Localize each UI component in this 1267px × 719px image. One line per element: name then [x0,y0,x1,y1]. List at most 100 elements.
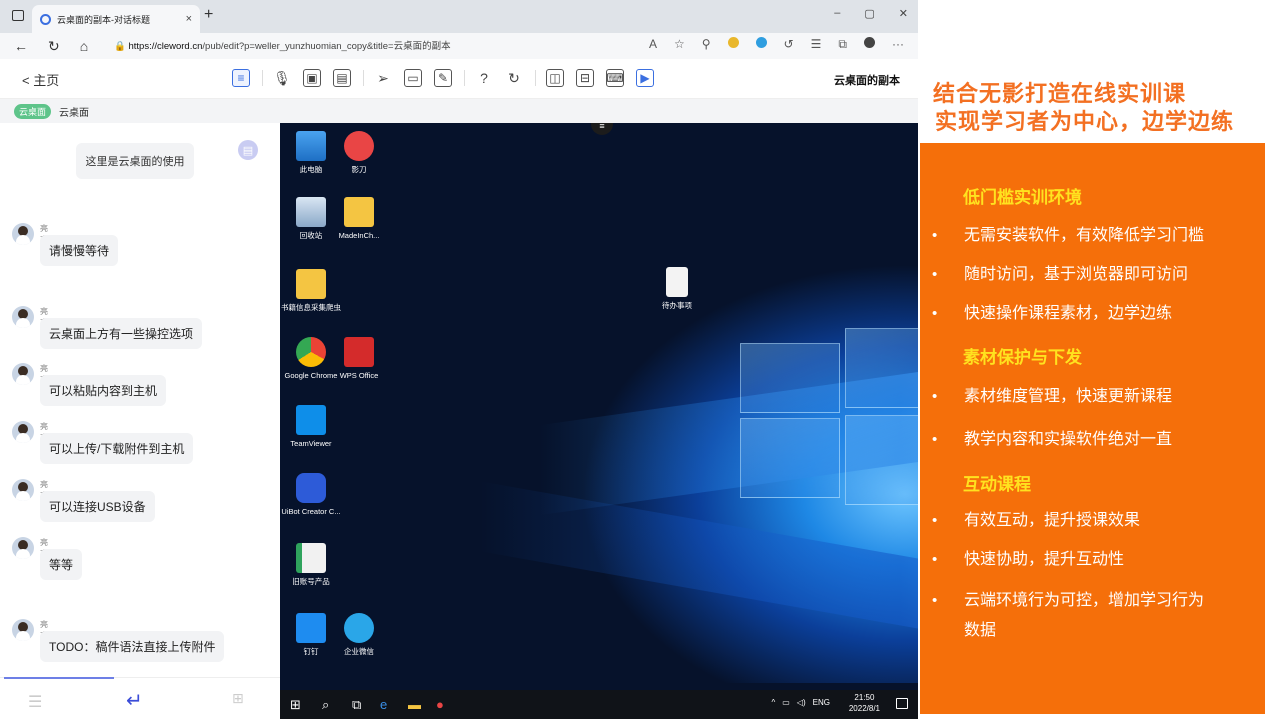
input-language[interactable]: ENG [813,698,830,707]
screen: 云桌面的副本-对话标题 × + – ▢ ✕ ← ↻ ⌂ 🔒 https://cl… [0,0,1267,719]
extension-chrome-icon[interactable] [755,37,767,48]
file-explorer-icon[interactable]: ▬ [408,697,421,712]
chat-bottom-bar: ☰ ↵ ⊞ [0,677,280,719]
desktop-icon-wecom[interactable]: 企业微信 [328,613,390,656]
desktop-icon-madeinchina[interactable]: MadeInCh... [328,197,390,240]
nav-buttons: ← ↻ ⌂ [14,38,88,55]
yingdao-taskbar-icon[interactable]: ● [436,697,444,712]
message-bubble: 请慢慢等待 [40,235,119,266]
maximize-button[interactable]: ▢ [864,7,874,20]
divider [535,70,536,86]
profile-avatar[interactable] [864,37,875,48]
remote-control-handle[interactable]: ≡ [591,123,613,135]
code-view-icon[interactable]: ⌨ [606,69,624,87]
slide-title-highlight: 实现 [935,109,982,134]
edit-icon[interactable]: ✎ [434,69,452,87]
clock-time: 21:50 [854,693,875,702]
bullet: • [932,305,938,322]
avatar [12,363,34,385]
home-back-link[interactable]: < 主页 [22,70,59,89]
site-favicon-icon [40,13,51,25]
read-aloud-icon[interactable]: A [649,37,657,52]
desktop-icon-teamviewer[interactable]: TeamViewer [280,405,342,448]
image-upload-icon[interactable]: ▣ [303,69,321,87]
bullet: • [932,592,938,609]
desktop-icon-crawler[interactable]: 书籍信息采集爬虫 [280,269,342,312]
desktop-icon-label: MadeInCh... [338,231,380,240]
document-view-icon[interactable]: ≡ [232,69,250,87]
address-bar-row: ← ↻ ⌂ 🔒 https://cleword.cn/pub/edit?p=we… [0,33,918,59]
feature-text: 素材维度管理，快速更新课程 [964,388,1173,405]
url-path: /pub/edit?p=weller_yunzhuomian_copy&titl… [202,41,451,52]
chat-menu-icon[interactable]: ▤ [238,140,258,160]
desktop-icon-uibot[interactable]: UiBot Creator C... [280,473,342,516]
extension-icon[interactable]: ⚲ [702,37,711,52]
feature-panel: 低门槛实训环境 • 无需安装软件，有效降低学习门槛 • 随时访问，基于浏览器即可访问… [920,143,1265,714]
section-heading: 低门槛实训环境 [963,188,1082,207]
hamburger-menu-icon[interactable]: ☰ [28,692,42,712]
url-field[interactable]: 🔒 https://cleword.cn/pub/edit?p=weller_y… [114,38,451,52]
new-tab-button[interactable]: + [204,6,213,24]
feature-item: • 教学内容和实操软件绝对一直 [932,426,1172,453]
avatar [12,537,34,559]
more-menu-icon[interactable]: ··· [892,37,904,52]
tab-title: 云桌面的副本-对话标题 [57,14,150,25]
wallpaper-logo-pane [845,328,918,408]
search-icon[interactable]: ⌕ [322,697,329,713]
feature-text: 随时访问，基于浏览器即可访问 [964,266,1189,283]
ie-browser-icon[interactable]: e [380,697,387,712]
windows-taskbar: ⊞ ⌕ ⧉ e ▬ ● ^ ▭ ◁) ENG 21:50 2022/8/1 [280,690,918,719]
feature-text: 快速协助，提升互动性 [964,551,1125,568]
feature-item: • 随时访问，基于浏览器即可访问 [932,261,1188,288]
refresh-icon[interactable]: ↻ [48,38,60,55]
tab-close-icon[interactable]: × [186,13,192,25]
taskbar-clock[interactable]: 21:50 2022/8/1 [849,693,880,715]
tab-strip: 云桌面的副本-对话标题 × + – ▢ ✕ [0,0,918,33]
desktop-icon-old-account[interactable]: 旧账号产品 [280,543,342,586]
browser-tab[interactable]: 云桌面的副本-对话标题 × [32,5,200,33]
remote-desktop[interactable]: ≡ 此电脑 影刀 回收站 MadeInCh... 书籍信息采集爬虫 Google… [280,123,918,719]
minimize-button[interactable]: – [834,7,840,20]
feature-text: 无需安装软件，有效降低学习门槛 [964,227,1205,244]
tab-actions-icon[interactable] [12,10,24,21]
enter-icon[interactable]: ↵ [126,688,143,713]
yingdao-icon [344,131,374,161]
close-window-button[interactable]: ✕ [899,7,908,20]
refresh-ext-icon[interactable]: ↺ [784,37,794,52]
collections-icon[interactable]: ⧉ [838,37,847,52]
feature-item: • 快速协助，提升互动性 [932,546,1124,573]
message-bubble: 云桌面上方有一些操控选项 [40,318,203,349]
desktop-icon-wps[interactable]: WPS Office [328,337,390,380]
split-horizontal-icon[interactable]: ⊟ [576,69,594,87]
send-icon[interactable]: ➢ [374,69,392,87]
file-upload-icon[interactable]: ▤ [333,69,351,87]
extension-shield-icon[interactable] [727,37,739,48]
task-view-icon[interactable]: ⧉ [352,697,361,713]
microphone-icon[interactable]: 🎙 [273,69,291,87]
window-controls: – ▢ ✕ [834,7,908,20]
wps-icon [344,337,374,367]
home-icon[interactable]: ⌂ [80,38,88,55]
network-icon[interactable]: ▭ [782,698,790,707]
favorites-icon[interactable]: ☰ [811,37,822,52]
desktop-icon-label: 待办事项 [662,301,692,310]
save-icon[interactable]: ▭ [404,69,422,87]
split-vertical-icon[interactable]: ◫ [546,69,564,87]
breadcrumb-tag[interactable]: 云桌面 [14,103,52,119]
tray-chevron-icon[interactable]: ^ [772,698,776,707]
desktop-icon-todo[interactable]: 待办事项 [646,267,708,310]
grid-icon[interactable]: ⊞ [232,690,244,707]
desktop-icon-yingdao[interactable]: 影刀 [328,131,390,174]
sync-icon[interactable]: ↻ [505,69,523,87]
back-arrow-icon[interactable]: ← [14,38,28,55]
feature-item: • 云端环境行为可控，增加学习行为 [932,587,1204,614]
windows-start-icon[interactable]: ⊞ [290,697,301,713]
notification-icon[interactable] [896,698,908,709]
volume-icon[interactable]: ◁) [797,698,806,707]
slide-title-line2: 实现学习者为中心，边学边练 [935,104,1234,136]
play-icon[interactable]: ▶ [636,69,654,87]
favorite-star-icon[interactable]: ☆ [674,37,685,52]
document-title: 云桌面的副本 [834,75,900,87]
text-file-icon [666,267,688,297]
help-icon[interactable]: ? [475,69,493,87]
